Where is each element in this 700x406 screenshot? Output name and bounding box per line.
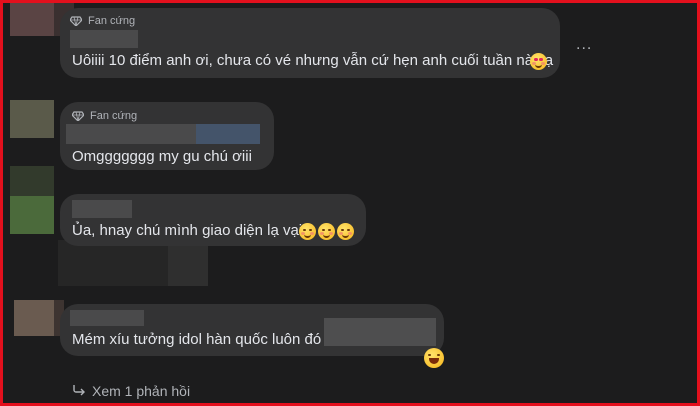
blurred-name (70, 30, 138, 48)
blurred-name (72, 200, 132, 218)
diamond-icon (72, 111, 84, 121)
comment-bubble: Fan cứng Omggggggg my gu chú ơiii (60, 102, 274, 170)
view-replies-link[interactable]: Xem 1 phản hồi (72, 383, 190, 399)
comment-text: Ủa, hnay chú mình giao diện lạ vại (72, 222, 303, 239)
smiling-hearts-emoji-icon (530, 53, 547, 70)
reply-arrow-icon (72, 383, 86, 399)
blurred-name (66, 124, 196, 144)
smiling-face-emoji-icon (337, 223, 354, 240)
badge-label: Fan cứng (88, 15, 136, 27)
comment-bubble: Ủa, hnay chú mình giao diện lạ vại (60, 194, 366, 246)
fan-badge: Fan cứng (72, 110, 137, 122)
smiling-face-emoji-icon (299, 223, 316, 240)
smiling-face-emoji-icon (318, 223, 335, 240)
diamond-icon (70, 16, 82, 26)
comment-text: Uôiiii 10 điểm anh ơi, chưa có vé nhưng … (72, 52, 554, 69)
more-options-icon[interactable]: ... (576, 36, 592, 54)
badge-label: Fan cứng (90, 110, 138, 122)
fan-badge: Fan cứng (70, 15, 135, 27)
blurred-name (324, 318, 436, 346)
blurred-name (70, 310, 144, 326)
blurred-name (196, 124, 260, 144)
comment-text: Omggggggg my gu chú ơiii (72, 148, 252, 165)
comment-bubble: Fan cứng Uôiiii 10 điểm anh ơi, chưa có … (60, 8, 560, 78)
view-replies-label[interactable]: Xem 1 phản hồi (92, 383, 190, 399)
grinning-face-emoji-icon (424, 348, 444, 368)
comment-bubble: Mém xíu tưởng idol hàn quốc luôn đó (60, 304, 444, 356)
comment-text: Mém xíu tưởng idol hàn quốc luôn đó (72, 331, 322, 348)
